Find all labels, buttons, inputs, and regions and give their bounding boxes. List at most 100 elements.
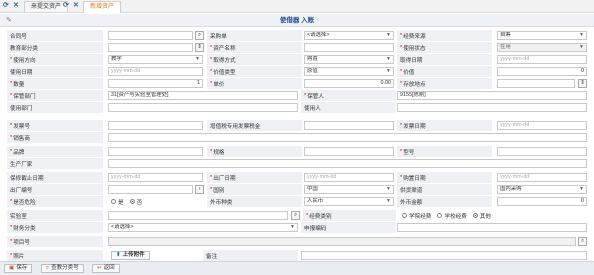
category-lookup-button[interactable]: ⌕ 查教分类号 (41, 264, 84, 273)
chevron-down-icon: ▼ (195, 56, 200, 62)
brand-input[interactable] (108, 147, 203, 156)
chevron-down-icon: ▼ (579, 32, 584, 38)
spinner-icon[interactable]: ⇕ (578, 79, 587, 88)
arrow-right-icon[interactable]: › (195, 185, 204, 194)
save-button[interactable]: ▣ 保存 (4, 264, 33, 273)
search-icon[interactable]: ⌕ (291, 211, 300, 220)
page-title: 使借器 入账 (279, 17, 315, 24)
form-row: 实验室 ⌕ * 经费类别 学院经费 学校经费 其他 (7, 210, 593, 221)
factory-no-label: 出厂编号 (10, 187, 33, 194)
asset-name-input[interactable] (304, 43, 394, 52)
model-input[interactable] (497, 147, 587, 156)
custody-dept-input[interactable]: 31[资产与实验室管理处] (108, 91, 298, 100)
project-no-label: 项目号 (13, 239, 30, 246)
warranty-date-input[interactable]: yyyy-mm-dd (108, 173, 203, 182)
vendor-label: 销售商 (13, 135, 30, 142)
chevron-down-icon: ▼ (579, 44, 584, 50)
photo-label: 照片 (13, 253, 25, 260)
custodian-input[interactable]: 9155[陈刚] (397, 91, 587, 100)
value-type-label: 价值类型 (213, 69, 236, 76)
purchase-date-label: 购置日期 (403, 175, 426, 182)
purchase-order-select[interactable]: <请选择> ▼ (304, 31, 394, 40)
spec-input[interactable] (304, 147, 394, 156)
purchase-order-label: 采购单 (210, 33, 227, 40)
acquire-method-select[interactable]: 购置 ▼ (304, 55, 394, 64)
tab-new-asset[interactable]: 新增资产 (83, 1, 122, 13)
project-no-input[interactable] (108, 237, 576, 246)
contract-no-input[interactable] (108, 31, 193, 40)
storage-location-input[interactable] (497, 79, 575, 88)
is-dangerous-radio-group: 是 否 (108, 196, 203, 207)
radio-yes[interactable]: 是 (111, 198, 124, 206)
refresh-icon[interactable]: ⟳ (3, 2, 9, 10)
invoice-no-label: 发票号 (13, 123, 30, 130)
manufacturer-input[interactable] (108, 159, 587, 168)
search-icon[interactable]: ⌕ (578, 237, 587, 246)
finance-category-select[interactable]: <请选择> ▼ (108, 223, 298, 232)
education-category-input[interactable] (108, 43, 193, 52)
use-status-select[interactable]: 在用 ▼ (497, 43, 587, 52)
close-icon[interactable]: ✕ (73, 2, 79, 10)
use-dept-input[interactable] (108, 103, 298, 112)
remarks-input[interactable] (301, 251, 587, 260)
foreign-amount-label: 外币金额 (400, 199, 423, 206)
brand-label: 品牌 (13, 149, 25, 156)
form-row: 教育部分类 ⇕ * 资产名称 * 使用状态 在用 ▼ (7, 42, 593, 53)
spinner-icon[interactable]: ⇕ (195, 43, 204, 52)
radio-other-funding[interactable]: 其他 (472, 212, 491, 220)
supply-channel-select[interactable]: 国内采购 ▼ (497, 185, 587, 194)
invoice-date-input[interactable]: yyyy-mm-dd (497, 121, 587, 130)
use-date-input[interactable]: yyyy-mm-dd (108, 67, 203, 76)
use-date-label: 使用日期 (10, 69, 33, 76)
form-row: 使用部门 使用人 (7, 102, 593, 113)
chevron-down-icon: ▼ (386, 186, 391, 192)
funding-source-select[interactable]: 自筹 ▼ (497, 31, 587, 40)
upload-icon: ⬆ (116, 252, 121, 258)
unit-price-input[interactable]: 0.00 (304, 79, 394, 88)
radio-college-funding[interactable]: 学院经费 (402, 212, 431, 220)
quantity-label: 数量 (13, 81, 25, 88)
value-label: 价值 (403, 69, 415, 76)
foreign-currency-select[interactable]: 人民币 ▼ (304, 197, 394, 206)
chevron-down-icon: ▼ (290, 224, 295, 230)
acquire-date-input[interactable]: yyyy-mm-dd (497, 55, 587, 64)
form-row: * 是否危险 是 否 外币种类 人民币 ▼ 外币金额 0 (7, 196, 593, 207)
form-row: * 财务分类 <请选择> ▼ 申报编码 (7, 222, 593, 233)
tab-pending-assets[interactable]: 来提交资产 (24, 1, 69, 12)
form-row: * 使用方向 教学 ▼ * 取得方式 购置 ▼ 取得日期 yyyy-mm-dd (7, 54, 593, 65)
radio-no[interactable]: 否 (129, 198, 142, 206)
purchase-date-input[interactable]: yyyy-mm-dd (497, 173, 587, 182)
custodian-label: 保管人 (307, 93, 324, 100)
invoice-no-input[interactable] (108, 121, 203, 130)
factory-no-input[interactable] (108, 185, 193, 194)
country-label: 国别 (213, 187, 225, 194)
foreign-amount-input[interactable]: 0 (497, 197, 587, 206)
close-icon[interactable]: ✕ (13, 2, 19, 10)
model-label: 型号 (403, 149, 415, 156)
radio-school-funding[interactable]: 学校经费 (437, 212, 467, 220)
upload-attachment-button[interactable]: ⬆ 上传附件 (111, 251, 150, 260)
value-input[interactable]: 0 (497, 67, 587, 76)
vat-tax-input[interactable] (304, 121, 394, 130)
form-row: 出厂编号 › * 国别 中国 ▼ 供货渠道 国内采购 ▼ (7, 184, 593, 195)
back-button[interactable]: ↩ 返回 (92, 264, 120, 273)
search-icon[interactable]: ⌕ (195, 31, 204, 40)
quantity-input[interactable]: 1 (108, 79, 203, 88)
vendor-input[interactable] (108, 133, 587, 142)
use-direction-label: 使用方向 (13, 57, 36, 64)
declare-code-input[interactable] (397, 223, 587, 232)
supply-channel-label: 供货渠道 (400, 187, 423, 194)
vat-tax-label: 增值税专用发票税金 (210, 123, 261, 130)
form-row: 合同号 ⌕ 采购单 <请选择> ▼ * 经费来源 自筹 ▼ (7, 30, 593, 41)
search-icon: ⌕ (46, 265, 50, 271)
lab-input[interactable] (108, 211, 288, 220)
factory-date-input[interactable]: yyyy-mm-dd (304, 173, 394, 182)
funding-category-label: 经费类别 (309, 213, 332, 220)
value-type-select[interactable]: 原值 ▼ (304, 67, 394, 76)
user-input[interactable] (397, 103, 587, 112)
refresh-icon[interactable]: ⟳ (63, 2, 69, 10)
country-select[interactable]: 中国 ▼ (304, 185, 394, 194)
asset-name-label: 资产名称 (213, 45, 236, 52)
chevron-down-icon: ▼ (386, 68, 391, 74)
use-direction-select[interactable]: 教学 ▼ (108, 55, 203, 64)
